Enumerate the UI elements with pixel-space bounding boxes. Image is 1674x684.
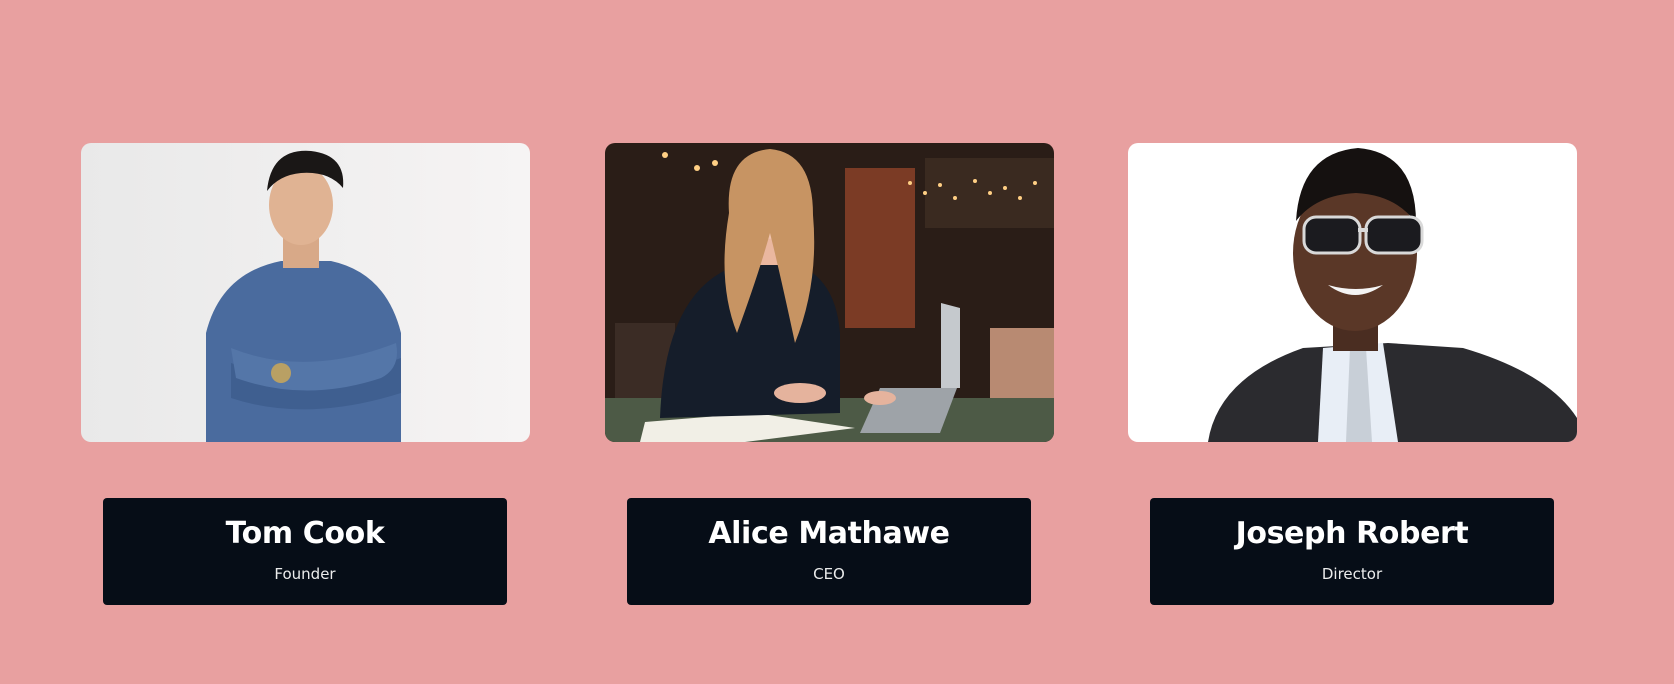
team-member-card: Alice Mathawe CEO: [605, 143, 1054, 605]
member-photo-image: [1128, 143, 1577, 442]
team-member-card: Joseph Robert Director: [1128, 143, 1577, 605]
member-info-card: Alice Mathawe CEO: [627, 498, 1031, 605]
member-info-card: Tom Cook Founder: [103, 498, 507, 605]
team-section: Tom Cook Founder Alice Mathawe CEO Josep…: [0, 0, 1674, 684]
member-info-card: Joseph Robert Director: [1150, 498, 1554, 605]
team-member-card: Tom Cook Founder: [81, 143, 530, 605]
member-photo-image: [605, 143, 1054, 442]
member-role: Founder: [274, 565, 336, 583]
member-photo-alice-mathawe: [605, 143, 1054, 442]
member-role: CEO: [813, 565, 845, 583]
member-photo-tom-cook: [81, 143, 530, 442]
member-name: Joseph Robert: [1235, 516, 1469, 551]
member-name: Alice Mathawe: [708, 516, 950, 551]
member-photo-joseph-robert: [1128, 143, 1577, 442]
member-name: Tom Cook: [225, 516, 385, 551]
member-photo-image: [81, 143, 530, 442]
member-role: Director: [1321, 565, 1383, 583]
